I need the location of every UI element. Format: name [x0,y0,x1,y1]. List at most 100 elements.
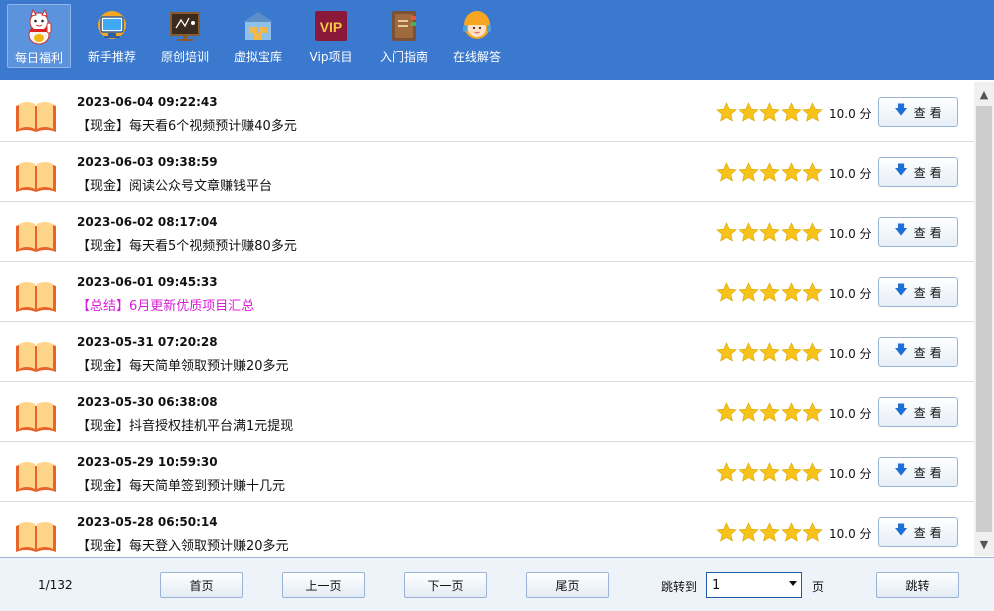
toolbar-item-guide[interactable]: 入门指南 [372,4,436,68]
star-icon [802,222,823,242]
download-arrow-icon: 🡇 [894,463,908,478]
item-score: 10.0 分 [829,347,872,361]
star-icon [780,222,802,242]
jump-label: 跳转到 [661,580,698,594]
view-button[interactable]: 🡇 查 看 [878,217,958,247]
rating-stars [716,102,824,123]
star-icon [802,342,823,362]
project-list: 2023-06-04 09:22:43 【现金】每天看6个视频预计赚40多元 1… [0,82,974,556]
rating-stars [716,462,824,483]
item-date: 2023-05-30 06:38:08 [77,395,218,409]
open-book-icon [16,282,56,312]
toolbar-item-daily-welfare[interactable]: 每日福利 [7,4,71,68]
view-button[interactable]: 🡇 查 看 [878,157,958,187]
toolbar-item-online-help[interactable]: 在线解答 [445,4,509,68]
star-icon [802,162,823,182]
star-icon [759,162,780,182]
view-button-label: 查 看 [913,285,942,300]
list-item[interactable]: 2023-05-28 06:50:14 【现金】每天登入领取预计赚20多元 10… [0,502,974,556]
pagination-bar: 1/132 首页 上一页 下一页 尾页 跳转到 1 页 跳转 [0,557,994,611]
star-icon [737,402,759,422]
star-icon [737,162,759,182]
scroll-down-icon[interactable]: ▼ [974,534,994,554]
next-page-button[interactable]: 下一页 [404,572,487,598]
toolbar-item-beginner[interactable]: 新手推荐 [80,4,144,68]
toolbar-item-label: 在线解答 [452,50,501,64]
view-button-label: 查 看 [913,465,942,480]
view-button[interactable]: 🡇 查 看 [878,397,958,427]
star-icon [759,222,780,242]
prev-page-button[interactable]: 上一页 [282,572,365,598]
star-icon [737,342,759,362]
download-arrow-icon: 🡇 [894,283,908,298]
scroll-up-icon[interactable]: ▲ [974,84,994,104]
toolbar-item-training[interactable]: 原创培训 [153,4,217,68]
view-button[interactable]: 🡇 查 看 [878,337,958,367]
toolbar-item-virtual-vault[interactable]: 虚拟宝库 [226,4,290,68]
open-book-icon [16,462,56,492]
jump-button[interactable]: 跳转 [876,572,959,598]
first-page-button[interactable]: 首页 [160,572,243,598]
star-icon [780,402,802,422]
star-icon [716,342,737,362]
scrollbar-thumb[interactable] [976,106,992,532]
star-icon [780,522,802,542]
item-score: 10.0 分 [829,407,872,421]
view-button[interactable]: 🡇 查 看 [878,277,958,307]
page-select-value: 1 [712,577,721,593]
view-button[interactable]: 🡇 查 看 [878,457,958,487]
rating-stars [716,402,824,423]
star-icon [802,102,823,122]
toolbar-item-label: 每日福利 [14,51,63,65]
page-select[interactable]: 1 [706,572,802,598]
star-icon [780,102,802,122]
list-item[interactable]: 2023-05-31 07:20:28 【现金】每天简单领取预计赚20多元 10… [0,322,974,382]
star-icon [759,282,780,302]
list-item[interactable]: 2023-06-01 09:45:33 【总结】6月更新优质项目汇总 10.0 … [0,262,974,322]
item-title[interactable]: 【现金】每天简单签到预计赚十几元 [77,475,285,494]
star-icon [716,402,737,422]
item-title[interactable]: 【现金】每天简单领取预计赚20多元 [77,355,289,374]
list-item[interactable]: 2023-06-02 08:17:04 【现金】每天看5个视频预计赚80多元 1… [0,202,974,262]
item-title[interactable]: 【现金】每天看5个视频预计赚80多元 [77,235,297,254]
list-item[interactable]: 2023-05-30 06:38:08 【现金】抖音授权挂机平台满1元提现 10… [0,382,974,442]
item-date: 2023-05-28 06:50:14 [77,515,218,529]
item-score: 10.0 分 [829,467,872,481]
item-title[interactable]: 【现金】阅读公众号文章赚钱平台 [77,175,272,194]
star-icon [780,342,802,362]
list-item[interactable]: 2023-05-29 10:59:30 【现金】每天简单签到预计赚十几元 10.… [0,442,974,502]
star-icon [802,462,823,482]
item-date: 2023-06-03 09:38:59 [77,155,218,169]
list-item[interactable]: 2023-06-03 09:38:59 【现金】阅读公众号文章赚钱平台 10.0… [0,142,974,202]
last-page-button[interactable]: 尾页 [526,572,609,598]
star-icon [802,522,823,542]
item-title[interactable]: 【现金】每天登入领取预计赚20多元 [77,535,289,554]
view-button[interactable]: 🡇 查 看 [878,97,958,127]
vip-icon: VIP [311,8,351,44]
list-item[interactable]: 2023-06-04 09:22:43 【现金】每天看6个视频预计赚40多元 1… [0,82,974,142]
star-icon [759,102,780,122]
star-icon [759,522,780,542]
item-date: 2023-06-02 08:17:04 [77,215,218,229]
star-icon [802,402,823,422]
item-title[interactable]: 【现金】每天看6个视频预计赚40多元 [77,115,297,134]
item-title[interactable]: 【现金】抖音授权挂机平台满1元提现 [77,415,293,434]
toolbar-item-vip[interactable]: VIP Vip项目 [299,4,363,68]
download-arrow-icon: 🡇 [894,523,908,538]
rating-stars [716,522,824,543]
view-button-label: 查 看 [913,225,942,240]
vertical-scrollbar[interactable]: ▲ ▼ [974,82,994,556]
view-button[interactable]: 🡇 查 看 [878,517,958,547]
item-date: 2023-06-01 09:45:33 [77,275,218,289]
toolbar-item-label: 新手推荐 [87,50,136,64]
item-date: 2023-05-29 10:59:30 [77,455,218,469]
view-button-label: 查 看 [913,165,942,180]
star-icon [780,162,802,182]
star-icon [737,222,759,242]
chevron-down-icon [789,581,797,586]
star-icon [737,102,759,122]
blackboard-icon [165,8,205,44]
star-icon [716,282,737,302]
toolbar-item-label: 虚拟宝库 [233,50,282,64]
item-title[interactable]: 【总结】6月更新优质项目汇总 [77,295,254,314]
